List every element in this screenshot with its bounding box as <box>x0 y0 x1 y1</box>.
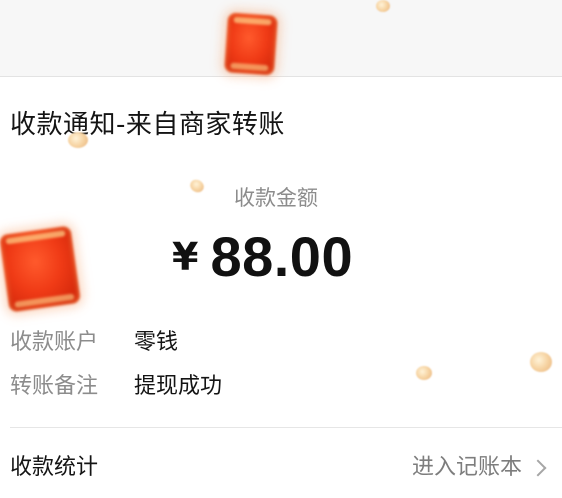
red-envelope-icon <box>0 225 82 313</box>
coin-icon <box>530 352 552 372</box>
currency-symbol: ¥ <box>172 235 199 279</box>
receipt-stats-row[interactable]: 收款统计 进入记账本 <box>0 442 562 498</box>
amount-label: 收款金额 <box>0 184 556 212</box>
account-value: 零钱 <box>134 330 179 355</box>
account-label: 收款账户 <box>10 330 99 355</box>
amount-value: 88.00 <box>210 225 354 288</box>
top-area <box>0 0 562 76</box>
coin-icon <box>68 132 88 148</box>
remark-label: 转账备注 <box>10 374 99 399</box>
divider <box>10 427 562 428</box>
coin-icon <box>376 0 390 12</box>
coin-icon <box>416 366 432 380</box>
notification-title: 收款通知-来自商家转账 <box>10 110 285 140</box>
ledger-link[interactable]: 进入记账本 <box>412 454 522 482</box>
amount-display: ¥88.00 <box>172 224 353 289</box>
amount-label-text: 收款金额 <box>234 186 318 210</box>
stats-label: 收款统计 <box>10 455 99 480</box>
chevron-right-icon <box>529 459 547 477</box>
remark-value: 提现成功 <box>134 374 223 399</box>
red-envelope-icon <box>223 12 279 76</box>
